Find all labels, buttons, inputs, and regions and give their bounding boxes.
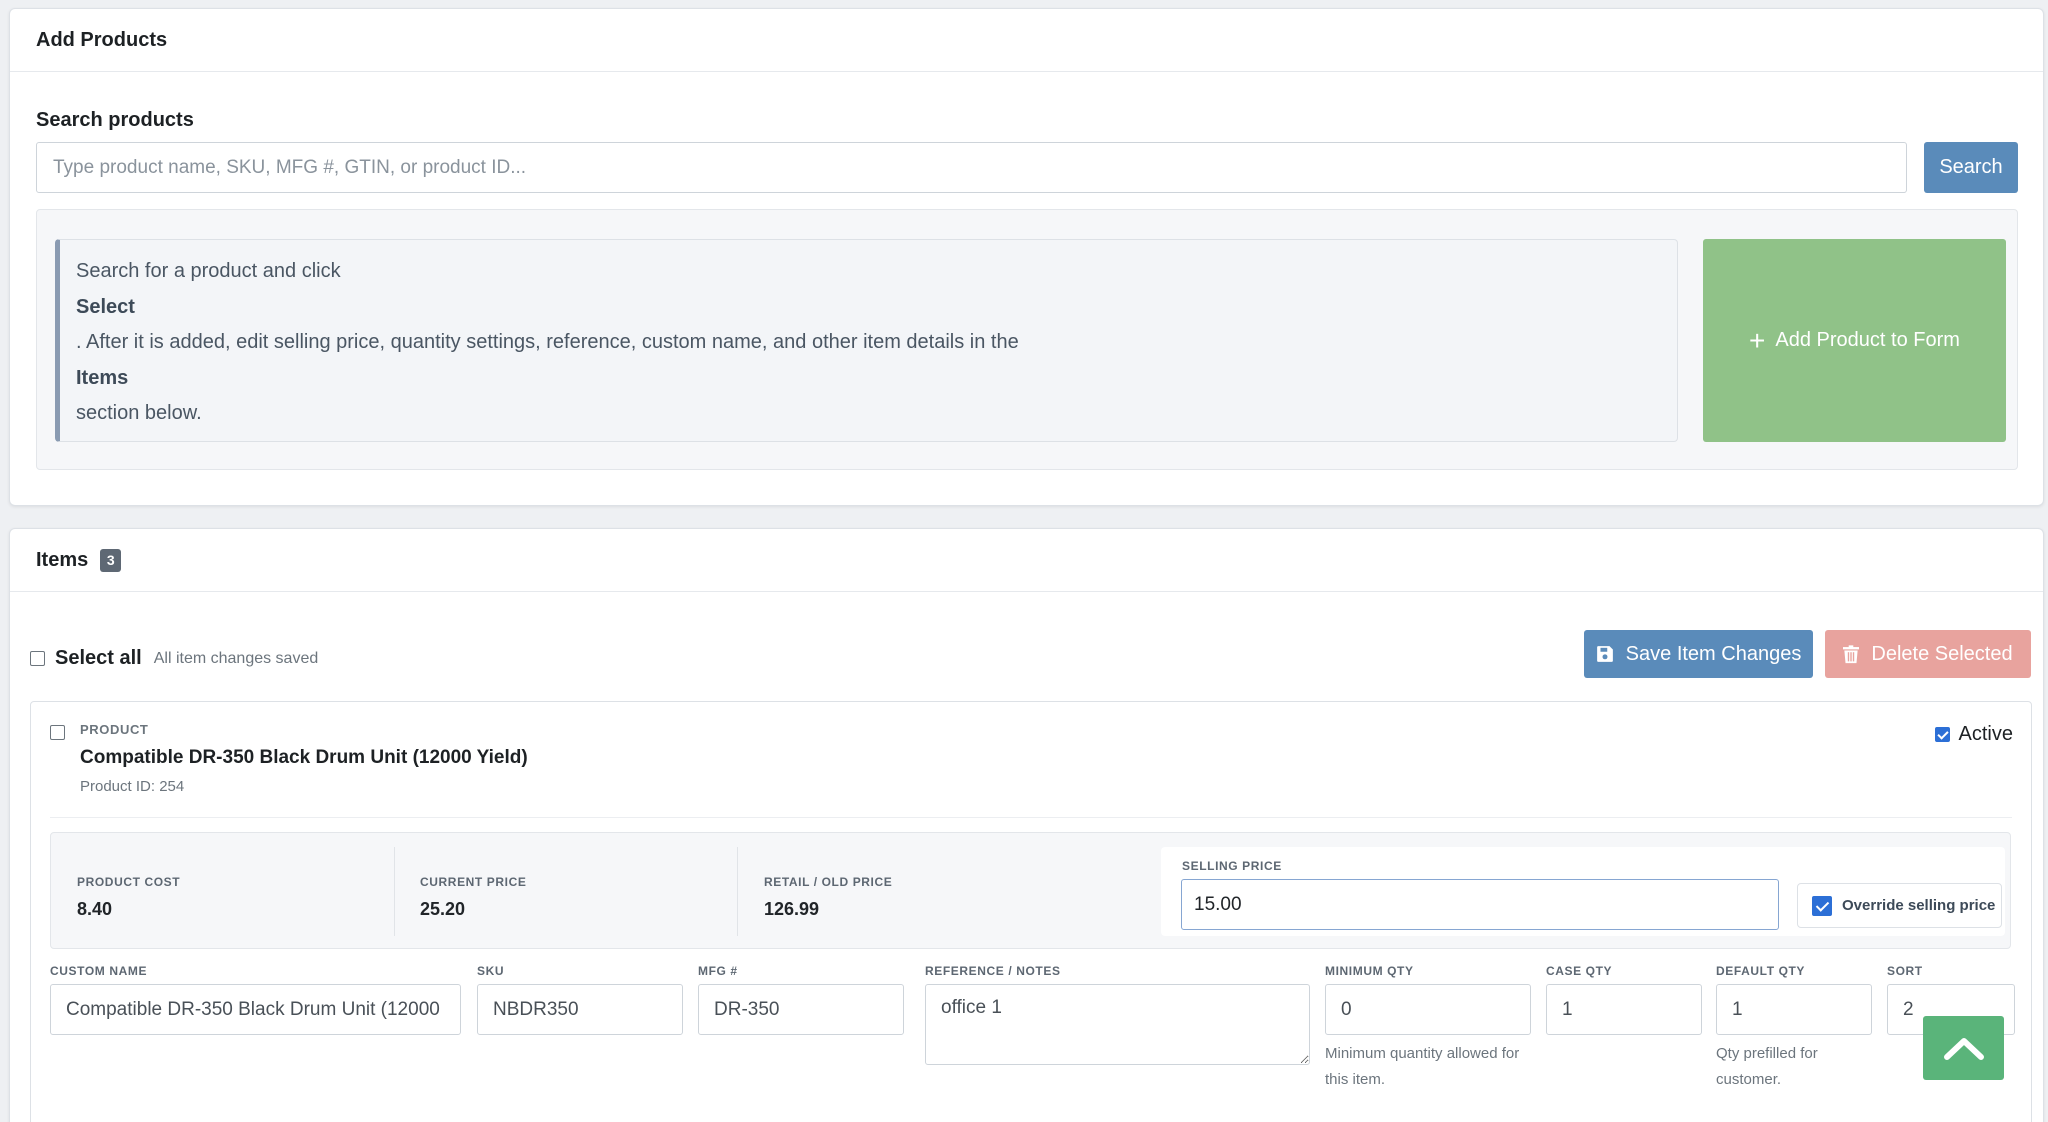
trash-icon	[1843, 644, 1860, 663]
current-price-value: 25.20	[420, 899, 466, 919]
product-caption: PRODUCT	[80, 722, 149, 737]
instruction-line: Select	[76, 295, 135, 318]
default-qty-field-group: DEFAULT QTY Qty prefilled for customer.	[1716, 964, 1872, 1093]
default-qty-help: Qty prefilled for customer.	[1716, 1045, 1818, 1088]
sku-field-group: SKU	[477, 964, 683, 1035]
product-cost-label: PRODUCT COST	[77, 875, 181, 889]
select-all-row: Select all All item changes saved	[30, 647, 318, 670]
instruction-line: Items	[76, 366, 129, 389]
min-qty-label: MINIMUM QTY	[1325, 964, 1414, 978]
search-input[interactable]	[36, 142, 1907, 193]
instruction-line: . After it is added, edit selling price,…	[76, 331, 1019, 353]
min-qty-help: Minimum quantity allowed for this item.	[1325, 1045, 1520, 1088]
active-label: Active	[1958, 723, 2013, 745]
case-qty-label: CASE QTY	[1546, 964, 1613, 978]
active-toggle[interactable]: Active	[1934, 723, 2013, 746]
items-card: Items 3 Select all All item changes save…	[9, 528, 2044, 1122]
min-qty-input[interactable]	[1325, 984, 1531, 1035]
save-item-changes-button[interactable]: Save Item Changes	[1584, 630, 1813, 678]
current-price-stat: CURRENT PRICE 25.20	[394, 847, 737, 936]
custom-name-field-group: CUSTOM NAME	[50, 964, 461, 1035]
sort-label: SORT	[1887, 964, 1923, 978]
min-qty-field-group: MINIMUM QTY Minimum quantity allowed for…	[1325, 964, 1531, 1093]
pricing-panel: PRODUCT COST 8.40 CURRENT PRICE 25.20 RE…	[50, 832, 2011, 949]
items-title: Items	[36, 548, 89, 571]
current-price-label: CURRENT PRICE	[420, 875, 527, 889]
item-select-checkbox[interactable]	[50, 725, 65, 740]
instructions-box: Search for a product and click Select . …	[55, 239, 1678, 442]
sku-label: SKU	[477, 964, 505, 978]
add-product-to-form-button[interactable]: + Add Product to Form	[1703, 239, 2006, 442]
custom-name-input[interactable]	[50, 984, 461, 1035]
select-all-checkbox[interactable]	[30, 651, 45, 666]
delete-selected-label: Delete Selected	[1871, 642, 2013, 665]
save-status-text: All item changes saved	[153, 649, 319, 667]
default-qty-input[interactable]	[1716, 984, 1872, 1035]
chevron-up-icon	[1943, 1038, 1984, 1060]
product-id: Product ID: 254	[80, 778, 185, 795]
item-row: PRODUCT Compatible DR-350 Black Drum Uni…	[30, 701, 2032, 1122]
add-products-card: Add Products Search products Search Sear…	[9, 8, 2044, 506]
reference-textarea[interactable]: office 1	[925, 984, 1310, 1065]
reference-label: REFERENCE / NOTES	[925, 964, 1061, 978]
product-cost-value: 8.40	[77, 899, 113, 919]
search-label: Search products	[36, 109, 194, 131]
items-count-badge: 3	[100, 548, 122, 572]
selling-price-label: SELLING PRICE	[1182, 859, 1282, 873]
override-selling-price-toggle[interactable]: Override selling price	[1797, 883, 2002, 928]
mfg-field-group: MFG #	[698, 964, 904, 1035]
delete-selected-button[interactable]: Delete Selected	[1825, 630, 2031, 678]
divider	[50, 817, 2012, 818]
select-all-label[interactable]: Select all	[55, 647, 142, 670]
product-name: Compatible DR-350 Black Drum Unit (12000…	[80, 747, 528, 768]
active-checkbox[interactable]	[1934, 727, 1950, 742]
product-picker-panel: Search for a product and click Select . …	[36, 209, 2018, 470]
retail-price-label: RETAIL / OLD PRICE	[764, 875, 893, 889]
override-selling-price-checkbox[interactable]	[1812, 895, 1832, 916]
add-product-label: Add Product to Form	[1775, 329, 1960, 351]
items-header: Items 3	[10, 529, 2043, 592]
search-button[interactable]: Search	[1924, 142, 2018, 193]
plus-icon: +	[1749, 324, 1766, 356]
save-item-changes-label: Save Item Changes	[1625, 642, 1802, 665]
selling-price-input[interactable]	[1181, 879, 1779, 930]
reference-field-group: REFERENCE / NOTES office 1	[925, 964, 1310, 1070]
floppy-disk-icon	[1596, 646, 1613, 662]
override-selling-price-label: Override selling price	[1842, 897, 1996, 914]
retail-price-value: 126.99	[764, 899, 820, 919]
mfg-label: MFG #	[698, 964, 738, 978]
scroll-to-top-button[interactable]	[1923, 1016, 2004, 1080]
custom-name-label: CUSTOM NAME	[50, 964, 148, 978]
default-qty-label: DEFAULT QTY	[1716, 964, 1806, 978]
selling-price-box: SELLING PRICE Override selling price	[1161, 847, 2005, 936]
case-qty-field-group: CASE QTY	[1546, 964, 1702, 1035]
mfg-input[interactable]	[698, 984, 904, 1035]
product-cost-stat: PRODUCT COST 8.40	[51, 847, 394, 936]
add-products-title: Add Products	[10, 9, 2043, 72]
case-qty-input[interactable]	[1546, 984, 1702, 1035]
instruction-line: Search for a product and click	[76, 260, 341, 282]
sku-input[interactable]	[477, 984, 683, 1035]
retail-price-stat: RETAIL / OLD PRICE 126.99	[738, 847, 1081, 936]
instruction-line: section below.	[76, 402, 202, 424]
